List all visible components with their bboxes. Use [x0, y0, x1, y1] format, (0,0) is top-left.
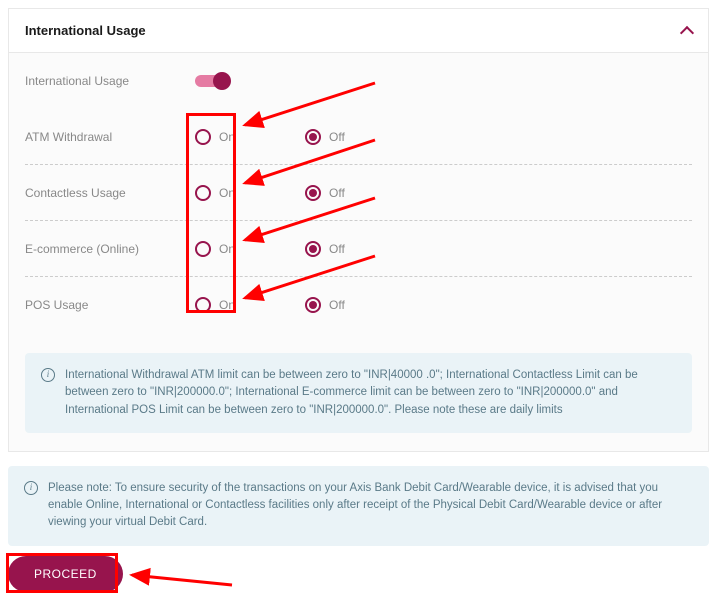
row-pos: POS Usage On Off — [25, 277, 692, 333]
radio-icon — [195, 185, 211, 201]
radio-icon — [305, 297, 321, 313]
row-intl-usage: International Usage — [25, 53, 692, 109]
radio-label: Off — [329, 130, 345, 144]
security-note-text: Please note: To ensure security of the t… — [48, 480, 693, 532]
row-label-pos: POS Usage — [25, 298, 195, 312]
radio-label: On — [219, 298, 235, 312]
radio-icon — [305, 129, 321, 145]
limits-info-box: i International Withdrawal ATM limit can… — [25, 353, 692, 433]
radio-label: On — [219, 242, 235, 256]
contactless-radio-group: On Off — [195, 185, 345, 201]
row-atm: ATM Withdrawal On Off — [25, 109, 692, 165]
security-note-box: i Please note: To ensure security of the… — [8, 466, 709, 546]
chevron-up-icon — [680, 25, 694, 39]
proceed-button[interactable]: PROCEED — [8, 556, 123, 592]
panel-header[interactable]: International Usage — [9, 9, 708, 53]
contactless-off-radio[interactable]: Off — [305, 185, 345, 201]
row-label-atm: ATM Withdrawal — [25, 130, 195, 144]
intl-usage-toggle[interactable] — [195, 75, 229, 87]
radio-icon — [305, 185, 321, 201]
pos-on-radio[interactable]: On — [195, 297, 235, 313]
radio-label: On — [219, 130, 235, 144]
row-contactless: Contactless Usage On Off — [25, 165, 692, 221]
ecom-off-radio[interactable]: Off — [305, 241, 345, 257]
atm-on-radio[interactable]: On — [195, 129, 235, 145]
ecom-radio-group: On Off — [195, 241, 345, 257]
atm-off-radio[interactable]: Off — [305, 129, 345, 145]
atm-radio-group: On Off — [195, 129, 345, 145]
radio-icon — [305, 241, 321, 257]
proceed-wrap: PROCEED — [8, 556, 709, 592]
ecom-on-radio[interactable]: On — [195, 241, 235, 257]
contactless-on-radio[interactable]: On — [195, 185, 235, 201]
pos-off-radio[interactable]: Off — [305, 297, 345, 313]
panel-body: International Usage ATM Withdrawal On Of… — [9, 53, 708, 451]
info-icon: i — [24, 481, 38, 495]
toggle-knob — [213, 72, 231, 90]
radio-label: Off — [329, 242, 345, 256]
radio-icon — [195, 129, 211, 145]
limits-info-text: International Withdrawal ATM limit can b… — [65, 367, 676, 419]
radio-icon — [195, 297, 211, 313]
radio-icon — [195, 241, 211, 257]
info-icon: i — [41, 368, 55, 382]
row-ecom: E-commerce (Online) On Off — [25, 221, 692, 277]
pos-radio-group: On Off — [195, 297, 345, 313]
international-usage-panel: International Usage International Usage … — [8, 8, 709, 452]
radio-label: On — [219, 186, 235, 200]
panel-title: International Usage — [25, 23, 146, 38]
row-label-ecom: E-commerce (Online) — [25, 242, 195, 256]
row-label-intl: International Usage — [25, 74, 195, 88]
radio-label: Off — [329, 186, 345, 200]
row-label-contactless: Contactless Usage — [25, 186, 195, 200]
radio-label: Off — [329, 298, 345, 312]
